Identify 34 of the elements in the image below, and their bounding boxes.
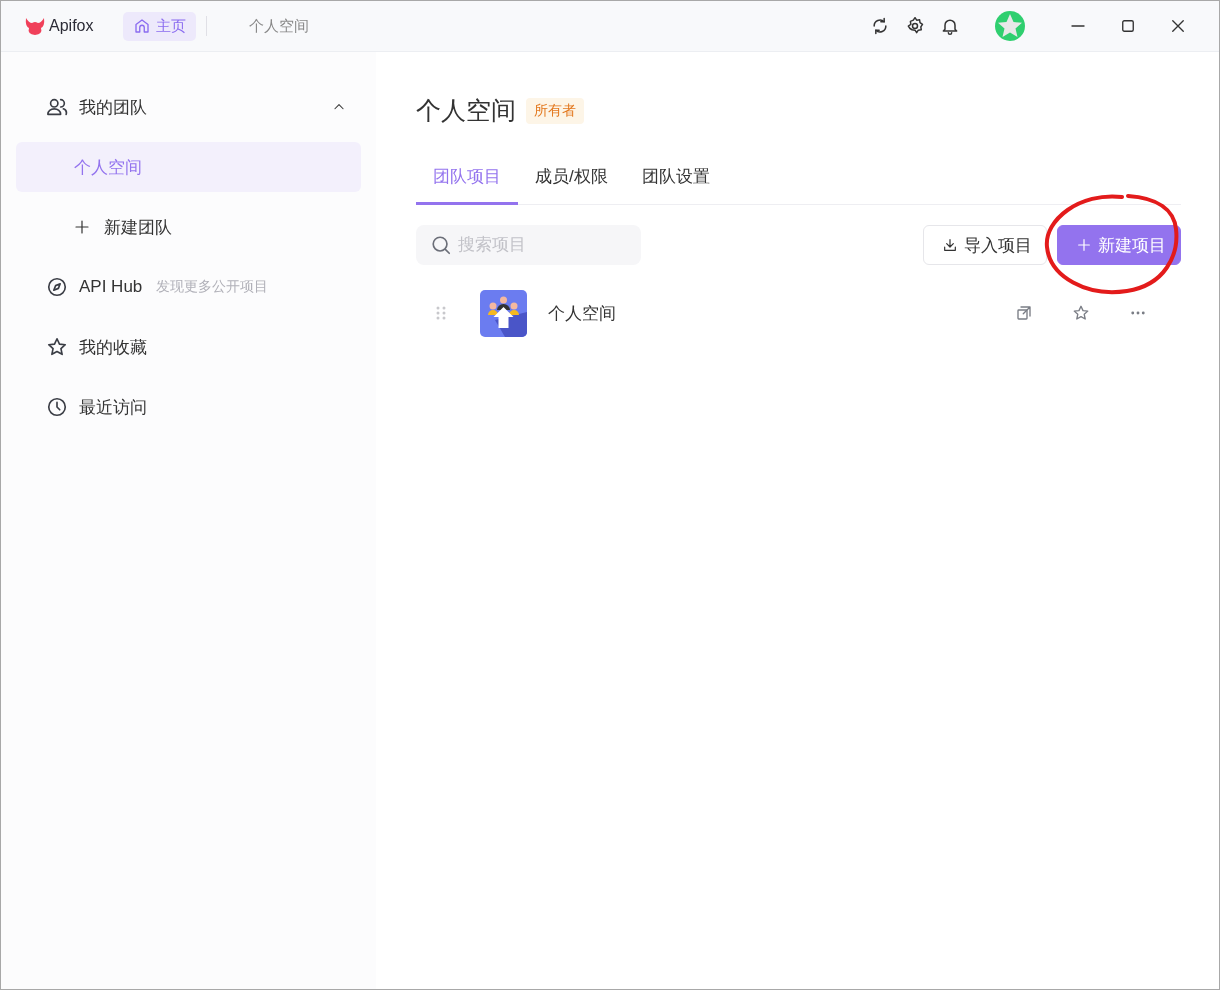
plus-icon	[74, 219, 90, 235]
star-icon[interactable]	[1072, 304, 1090, 322]
tab[interactable]: 成员/权限	[518, 153, 625, 205]
page-title: 个人空间	[416, 95, 516, 126]
settings-icon[interactable]	[905, 16, 925, 36]
download-icon	[942, 237, 958, 253]
import-project-button[interactable]: 导入项目	[923, 225, 1047, 265]
home-icon	[133, 17, 152, 35]
tab[interactable]: 团队设置	[624, 153, 727, 205]
team-icon	[46, 96, 68, 118]
role-badge: 所有者	[526, 97, 584, 124]
close-icon[interactable]	[1169, 17, 1187, 35]
sidebar-item-label[interactable]: API Hub	[79, 277, 143, 297]
sidebar-item[interactable]: API Hub 发现更多公开项目	[16, 262, 361, 312]
new-project-button[interactable]: 新建项目	[1057, 225, 1181, 265]
star-icon	[46, 336, 68, 358]
titlebar-tab[interactable]: 个人空间	[239, 11, 320, 41]
refresh-icon[interactable]	[870, 16, 890, 36]
sidebar-item[interactable]: 我的收藏	[16, 322, 361, 372]
plus-icon	[1076, 237, 1092, 253]
sidebar-item[interactable]: 新建团队	[16, 202, 361, 252]
sidebar-item[interactable]: 最近访问	[16, 382, 361, 432]
compass-icon	[46, 276, 68, 298]
tab[interactable]: 团队项目	[416, 153, 518, 205]
sidebar-item-hint: 发现更多公开项目	[156, 278, 269, 296]
project-name[interactable]: 个人空间	[548, 301, 616, 325]
clock-icon	[46, 396, 68, 418]
drag-handle-icon[interactable]	[436, 306, 446, 320]
external-link-icon[interactable]	[1015, 304, 1033, 322]
maximize-icon[interactable]	[1119, 17, 1137, 35]
sidebar-item[interactable]: 我的团队	[16, 82, 361, 132]
project-icon	[480, 289, 527, 337]
search-icon	[430, 234, 452, 256]
app-name: Apifox	[49, 17, 94, 35]
